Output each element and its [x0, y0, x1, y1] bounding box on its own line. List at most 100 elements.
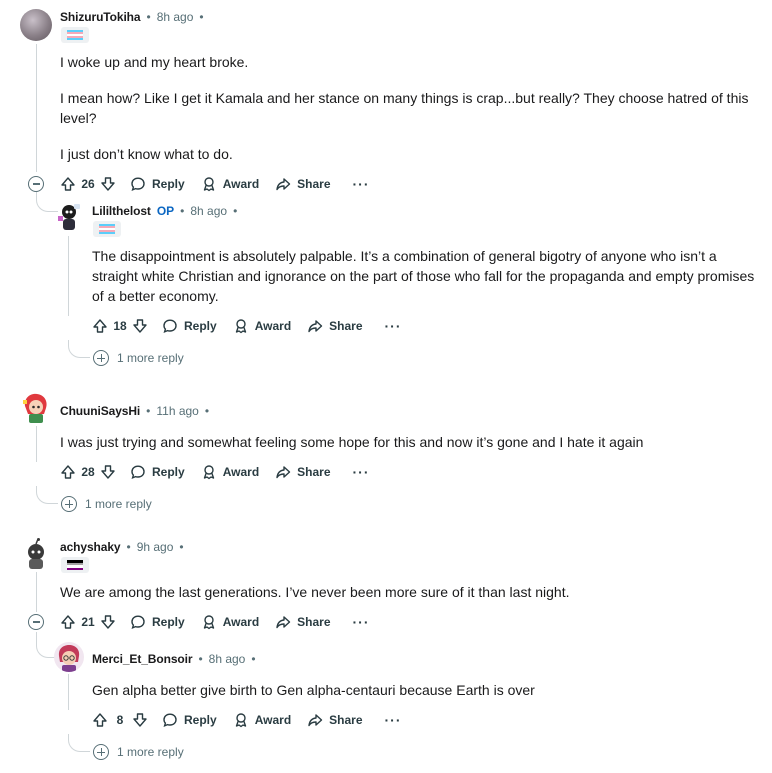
downvote-icon[interactable]	[100, 614, 116, 630]
comment-body: I woke up and my heart broke. I mean how…	[60, 52, 760, 164]
trans-flag-icon	[67, 30, 83, 40]
award-icon	[201, 464, 217, 480]
meta-separator: •	[126, 540, 131, 554]
upvote-icon[interactable]	[92, 318, 108, 334]
downvote-icon[interactable]	[132, 712, 148, 728]
reply-button[interactable]: Reply	[162, 712, 217, 728]
meta-separator: •	[180, 204, 185, 218]
comment-paragraph: I mean how? Like I get it Kamala and her…	[60, 90, 749, 126]
award-button[interactable]: Award	[201, 614, 259, 630]
comment-username[interactable]: ChuuniSaysHi	[60, 404, 140, 418]
share-button[interactable]: Share	[275, 464, 331, 480]
upvote-icon[interactable]	[92, 712, 108, 728]
avatar[interactable]	[22, 392, 50, 424]
comment-paragraph: We are among the last generations. I’ve …	[60, 584, 570, 600]
share-button[interactable]: Share	[307, 712, 363, 728]
share-button[interactable]: Share	[275, 614, 331, 630]
comment-timestamp[interactable]: 11h ago	[156, 404, 199, 418]
award-label: Award	[254, 319, 292, 333]
comment-timestamp[interactable]: 9h ago	[137, 540, 174, 554]
vote-control: 18	[92, 318, 148, 334]
award-icon	[233, 712, 249, 728]
more-options-button[interactable]: ···	[353, 176, 370, 192]
upvote-icon[interactable]	[60, 464, 76, 480]
share-icon	[275, 176, 291, 192]
reply-label: Reply	[184, 713, 217, 727]
more-replies-button[interactable]: 1 more reply	[61, 496, 152, 512]
avatar[interactable]	[20, 9, 52, 41]
meta-separator: •	[146, 404, 151, 418]
more-replies-button[interactable]: 1 more reply	[93, 744, 184, 760]
comment-body: The disappointment is absolutely palpabl…	[92, 246, 764, 306]
collapse-thread-button[interactable]	[28, 176, 44, 192]
award-button[interactable]: Award	[233, 712, 291, 728]
plus-circle-icon	[61, 496, 77, 512]
reply-button[interactable]: Reply	[130, 176, 185, 192]
avatar[interactable]	[54, 642, 84, 672]
upvote-icon[interactable]	[60, 614, 76, 630]
more-options-button[interactable]: ···	[353, 464, 370, 480]
comment-username[interactable]: ShizuruTokiha	[60, 10, 141, 24]
award-icon	[233, 318, 249, 334]
reply-label: Reply	[152, 615, 185, 629]
comment-actions: 28 Reply Award Share ···	[60, 458, 370, 486]
comment-actions: 8 Reply Award Share ···	[92, 706, 402, 734]
plus-circle-icon	[93, 744, 109, 760]
reply-button[interactable]: Reply	[162, 318, 217, 334]
comment-bubble-icon	[162, 318, 178, 334]
comment-username[interactable]: Merci_Et_Bonsoir	[92, 652, 193, 666]
more-replies-button[interactable]: 1 more reply	[93, 350, 184, 366]
trans-flag-icon	[99, 224, 115, 234]
comment-username[interactable]: Lililthelost	[92, 204, 151, 218]
more-options-button[interactable]: ···	[385, 712, 402, 728]
vote-control: 28	[60, 464, 116, 480]
vote-control: 8	[92, 712, 148, 728]
comment-timestamp[interactable]: 8h ago	[209, 652, 246, 666]
comment-body: We are among the last generations. I’ve …	[60, 582, 760, 602]
reply-button[interactable]: Reply	[130, 464, 185, 480]
vote-control: 21	[60, 614, 116, 630]
more-options-button[interactable]: ···	[385, 318, 402, 334]
reply-label: Reply	[184, 319, 217, 333]
award-icon	[201, 614, 217, 630]
comment-bubble-icon	[162, 712, 178, 728]
share-icon	[275, 464, 291, 480]
avatar[interactable]	[56, 202, 82, 232]
comment-paragraph: I just don’t know what to do.	[60, 146, 233, 162]
more-replies-label: 1 more reply	[117, 351, 184, 365]
downvote-icon[interactable]	[100, 176, 116, 192]
share-label: Share	[297, 177, 331, 191]
comment-timestamp[interactable]: 8h ago	[157, 10, 194, 24]
collapse-thread-button[interactable]	[28, 614, 44, 630]
comment-bubble-icon	[130, 614, 146, 630]
avatar[interactable]	[22, 538, 50, 570]
plus-circle-icon	[93, 350, 109, 366]
award-label: Award	[222, 177, 260, 191]
award-label: Award	[254, 713, 292, 727]
award-label: Award	[222, 465, 260, 479]
share-button[interactable]: Share	[275, 176, 331, 192]
comment-actions: 26 Reply Award Share ···	[60, 170, 370, 198]
award-button[interactable]: Award	[201, 176, 259, 192]
comment-body: Gen alpha better give birth to Gen alpha…	[92, 680, 764, 700]
share-label: Share	[329, 319, 363, 333]
reply-button[interactable]: Reply	[130, 614, 185, 630]
award-icon	[201, 176, 217, 192]
meta-separator: •	[179, 540, 184, 554]
award-label: Award	[222, 615, 260, 629]
downvote-icon[interactable]	[132, 318, 148, 334]
comment-timestamp[interactable]: 8h ago	[190, 204, 227, 218]
share-button[interactable]: Share	[307, 318, 363, 334]
vote-count: 28	[81, 465, 95, 479]
share-icon	[307, 712, 323, 728]
op-badge: OP	[156, 204, 175, 218]
more-options-button[interactable]: ···	[353, 614, 370, 630]
snoo-avatar-icon	[28, 538, 44, 569]
comment-body: I was just trying and somewhat feeling s…	[60, 432, 760, 452]
downvote-icon[interactable]	[100, 464, 116, 480]
award-button[interactable]: Award	[201, 464, 259, 480]
award-button[interactable]: Award	[233, 318, 291, 334]
comment-actions: 21 Reply Award Share ···	[60, 608, 370, 636]
upvote-icon[interactable]	[60, 176, 76, 192]
comment-username[interactable]: achyshaky	[60, 540, 121, 554]
